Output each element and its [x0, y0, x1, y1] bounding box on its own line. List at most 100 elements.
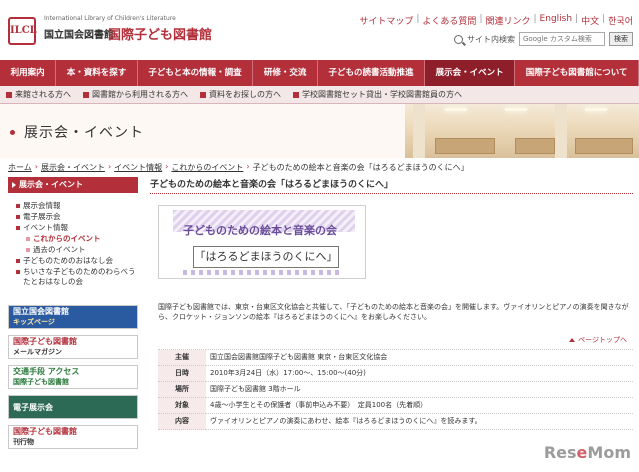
- audience-navigation: 来館される方へ 図書館から利用される方へ 資料をお探しの方へ 学校図書館セット貸出・学…: [0, 86, 639, 104]
- main-nav-item[interactable]: 子どもと本の情報・調査: [138, 60, 254, 86]
- publications-banner[interactable]: 国際子ども図書館 刊行物: [8, 425, 138, 449]
- poster-subtitle: 「はろるどまほうのくにへ」: [193, 246, 339, 268]
- table-row-label: 場所: [158, 381, 206, 398]
- site-header: ILCL International Library of Children's…: [0, 0, 639, 58]
- watermark-text: Mom: [587, 443, 631, 462]
- sidebar-item[interactable]: これからのイベント: [16, 234, 138, 244]
- logo-ndl-name[interactable]: 国立国会図書館: [44, 26, 114, 41]
- audience-nav-item[interactable]: 来館される方へ: [0, 89, 77, 100]
- square-bullet-icon: [200, 91, 206, 98]
- watermark-accent: e: [576, 443, 588, 462]
- main-nav-item[interactable]: 利用案内: [0, 60, 57, 86]
- ilcl-logo-mark[interactable]: ILCL: [8, 17, 37, 45]
- resemom-watermark: ReseMom: [544, 443, 631, 462]
- poster-title: 子どものための絵本と音楽の会: [183, 224, 337, 237]
- photo-display-case: [435, 138, 495, 154]
- breadcrumb-link[interactable]: ホーム: [8, 162, 32, 173]
- breadcrumb: ホーム › 展示会・イベント › イベント情報 › これからのイベント › 子どものための絵本と…: [8, 162, 633, 173]
- main-content: 子どものための絵本と音楽の会「はろるどまほうのくにへ」 子どものための絵本と音楽…: [150, 177, 633, 472]
- breadcrumb-link[interactable]: これからのイベント: [171, 162, 243, 173]
- breadcrumb-separator-icon: ›: [246, 162, 250, 171]
- table-row: 日時 2010年3月24日（水）17:00～、15:00～(40分): [158, 365, 633, 382]
- sidebar-banners: 国立国会図書館 キッズページ 国際子ども図書館 メールマガジン 交通手段 アクセ…: [8, 305, 138, 455]
- triangle-right-icon: [12, 182, 16, 188]
- sidebar-item-label: 電子展示会: [23, 212, 61, 221]
- sidebar-item-label: これからのイベント: [33, 234, 101, 243]
- audience-nav-label: 学校図書館セット貸出・学校図書館員の方へ: [302, 90, 462, 99]
- photo-lamp: [585, 108, 607, 111]
- section-title: 展示会・イベント: [24, 125, 144, 141]
- audience-nav-label: 来館される方へ: [15, 90, 71, 99]
- search-icon: [454, 34, 463, 44]
- sidebar-header[interactable]: 展示会・イベント: [8, 177, 138, 193]
- square-bullet-icon: [16, 204, 20, 208]
- search-button[interactable]: 検索: [609, 32, 633, 46]
- sidebar: 展示会・イベント 展示会情報 電子展示会 イベント情報 これからのイベント 過去のイベン…: [8, 177, 138, 472]
- sidebar-item[interactable]: 展示会情報: [16, 201, 138, 211]
- ndl-banner-title: 国立国会図書館: [13, 307, 69, 316]
- exhibition-banner-title: 電子展示会: [13, 402, 53, 412]
- audience-nav-item[interactable]: 図書館から利用される方へ: [77, 89, 194, 100]
- search-label: サイト内検索: [467, 34, 515, 44]
- table-row-value: 国際子ども図書館 3階ホール: [206, 381, 633, 398]
- library-interior-photo: [405, 104, 639, 158]
- banner-bullet-icon: [10, 130, 15, 135]
- main-nav-item[interactable]: 研修・交流: [253, 60, 318, 86]
- main-nav-item[interactable]: 展示会・イベント: [425, 60, 516, 86]
- page-top-link[interactable]: ページトップへ: [569, 335, 627, 345]
- util-link[interactable]: サイトマップ: [359, 14, 413, 27]
- sidebar-item[interactable]: イベント情報: [16, 223, 138, 233]
- photo-pillar: [555, 104, 567, 158]
- main-nav-item[interactable]: 本・資料を探す: [56, 60, 138, 86]
- electronic-exhibition-banner[interactable]: 電子展示会: [8, 395, 138, 419]
- table-row: 対象 4歳～小学生とその保護者（事前申込み不要） 定員100名（先着順）: [158, 397, 633, 414]
- sidebar-item[interactable]: 電子展示会: [16, 212, 138, 222]
- sidebar-item-label: ちいさな子どものためのわらべうたとおはなしの会: [23, 267, 136, 286]
- table-row-value: 2010年3月24日（水）17:00～、15:00～(40分): [206, 365, 633, 382]
- sidebar-item-label: 過去のイベント: [33, 245, 86, 254]
- poster-wave-decoration: [183, 270, 343, 275]
- util-link[interactable]: 한국어: [608, 14, 633, 27]
- util-link[interactable]: 中文: [581, 14, 599, 27]
- sidebar-menu: 展示会情報電子展示会イベント情報これからのイベント 過去のイベント子どものためのお…: [8, 193, 138, 287]
- sidebar-header-label: 展示会・イベント: [19, 180, 83, 189]
- square-bullet-icon: [16, 259, 20, 263]
- breadcrumb-link[interactable]: イベント情報: [114, 162, 162, 173]
- page-top-label: ページトップへ: [578, 336, 627, 344]
- watermark-text: Res: [543, 443, 577, 462]
- util-separator: |: [416, 14, 420, 24]
- sidebar-item[interactable]: 過去のイベント: [16, 245, 138, 255]
- audience-nav-label: 図書館から利用される方へ: [92, 90, 188, 99]
- search-input[interactable]: [519, 32, 605, 46]
- sidebar-item[interactable]: 子どものためのおはなし会: [16, 256, 138, 266]
- mail-banner-subtitle: メールマガジン: [13, 348, 62, 356]
- square-bullet-icon: [26, 248, 30, 252]
- table-row: 主催 国立国会図書館国際子ども図書館 東京・台東区文化協会: [158, 349, 633, 366]
- main-nav-item[interactable]: 国際子ども図書館について: [515, 60, 639, 86]
- table-row-label: 日時: [158, 365, 206, 382]
- access-banner[interactable]: 交通手段 アクセス 国際子ども図書館: [8, 365, 138, 389]
- access-banner-title: 交通手段 アクセス: [13, 367, 80, 376]
- audience-nav-item[interactable]: 資料をお探しの方へ: [194, 89, 287, 100]
- sidebar-item-label: イベント情報: [23, 223, 68, 232]
- sidebar-item-label: 子どものためのおはなし会: [23, 256, 113, 265]
- logo-english-name: International Library of Children's Lite…: [44, 15, 176, 22]
- breadcrumb-link[interactable]: 展示会・イベント: [41, 162, 105, 173]
- sidebar-item[interactable]: ちいさな子どものためのわらべうたとおはなしの会: [16, 267, 138, 287]
- util-link[interactable]: English: [540, 14, 573, 27]
- pub-banner-title: 国際子ども図書館: [13, 427, 77, 436]
- main-nav-item[interactable]: 子どもの読書活動推進: [318, 60, 426, 86]
- table-row: 場所 国際子ども図書館 3階ホール: [158, 381, 633, 398]
- util-link[interactable]: よくある質問: [422, 14, 476, 27]
- ndl-kids-banner[interactable]: 国立国会図書館 キッズページ: [8, 305, 138, 329]
- mail-magazine-banner[interactable]: 国際子ども図書館 メールマガジン: [8, 335, 138, 359]
- audience-nav-item[interactable]: 学校図書館セット貸出・学校図書館員の方へ: [287, 89, 468, 100]
- breadcrumb-current: 子どものための絵本と音楽の会「はろるどまほうのくにへ」: [252, 163, 469, 172]
- util-link[interactable]: 関連リンク: [485, 14, 530, 27]
- sidebar-item-label: 展示会情報: [23, 201, 61, 210]
- event-info-table: 主催 国立国会図書館国際子ども図書館 東京・台東区文化協会 日時 2010年3月24日…: [158, 349, 633, 430]
- site-search: サイト内検索 検索: [454, 32, 633, 46]
- event-poster: 子どものための絵本と音楽の会 「はろるどまほうのくにへ」: [158, 205, 366, 279]
- logo-ilcl-name[interactable]: 国際子ども図書館: [108, 24, 212, 43]
- audience-nav-label: 資料をお探しの方へ: [209, 90, 281, 99]
